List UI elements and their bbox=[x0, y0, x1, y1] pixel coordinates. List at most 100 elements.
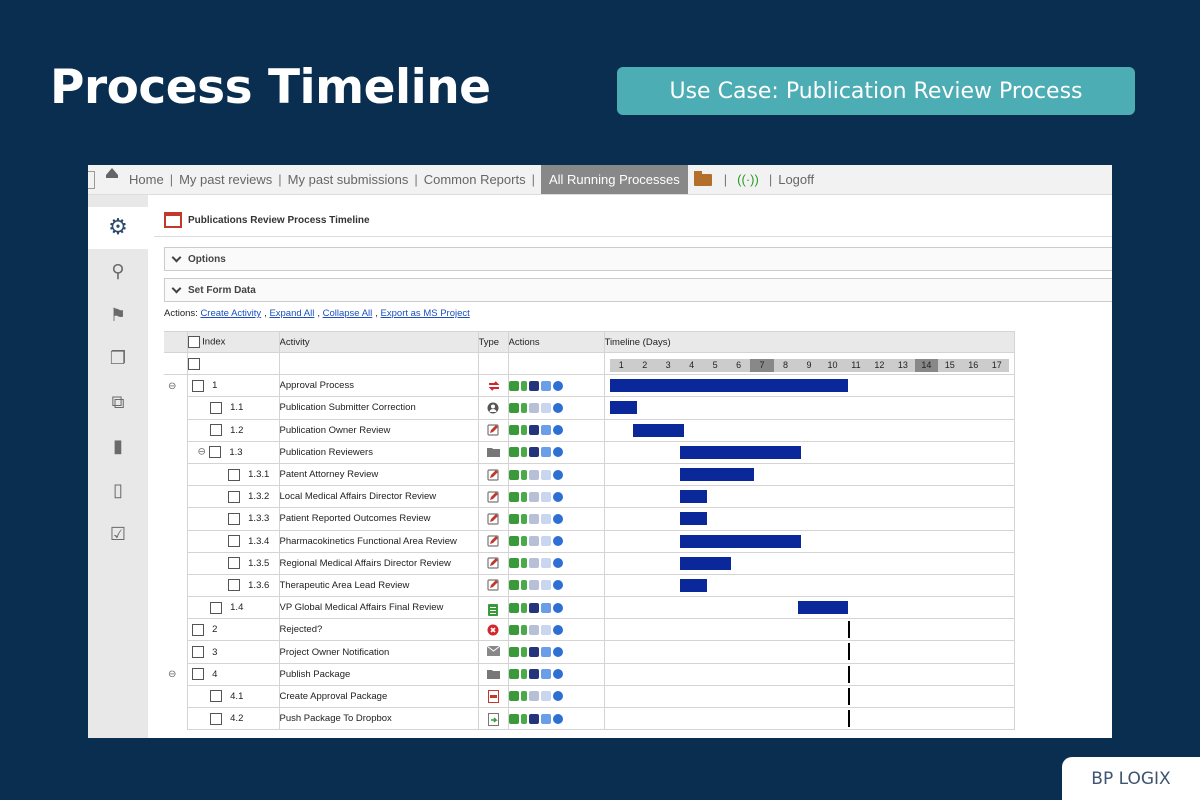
edit-icon[interactable] bbox=[540, 513, 551, 524]
assign-user-icon[interactable] bbox=[528, 425, 539, 436]
move-icon[interactable] bbox=[509, 602, 519, 613]
antenna-icon[interactable]: ((·)) bbox=[737, 172, 759, 187]
info-icon[interactable] bbox=[552, 469, 563, 480]
collapse-toggle-icon[interactable]: ⊖ bbox=[164, 381, 176, 392]
info-icon[interactable] bbox=[552, 691, 563, 702]
row-checkbox[interactable] bbox=[191, 646, 204, 659]
assign-user-icon[interactable] bbox=[528, 447, 539, 458]
table-row[interactable]: 1.3.2 Local Medical Affairs Director Revi… bbox=[164, 485, 1015, 509]
locked-document-icon[interactable]: ▮ bbox=[108, 436, 128, 456]
edit-icon[interactable] bbox=[540, 624, 551, 635]
action-link[interactable]: Export as MS Project bbox=[381, 308, 470, 319]
move-icon[interactable] bbox=[509, 513, 519, 524]
edit-icon[interactable] bbox=[540, 558, 551, 569]
info-icon[interactable] bbox=[552, 425, 563, 436]
row-checkbox[interactable] bbox=[209, 601, 222, 614]
row-checkbox[interactable] bbox=[209, 424, 222, 437]
activity-name[interactable]: Approval Process bbox=[278, 374, 479, 398]
checklist-icon[interactable]: ☑ bbox=[108, 524, 128, 544]
reorder-icon[interactable] bbox=[520, 602, 527, 613]
activity-name[interactable]: Regional Medical Affairs Director Review bbox=[278, 551, 479, 575]
edit-icon[interactable] bbox=[540, 647, 551, 658]
move-icon[interactable] bbox=[509, 713, 519, 724]
activity-name[interactable]: Publish Package bbox=[278, 662, 479, 686]
flag-icon[interactable]: ⚑ bbox=[108, 305, 128, 325]
reorder-icon[interactable] bbox=[520, 425, 527, 436]
move-icon[interactable] bbox=[509, 469, 519, 480]
row-checkbox[interactable] bbox=[191, 379, 204, 392]
edit-icon[interactable] bbox=[540, 380, 551, 391]
select-all-checkbox[interactable] bbox=[188, 336, 200, 348]
assign-user-icon[interactable] bbox=[528, 469, 539, 480]
timeline-bar[interactable] bbox=[680, 534, 802, 548]
info-icon[interactable] bbox=[552, 647, 563, 658]
table-row[interactable]: 3 Project Owner Notification bbox=[164, 640, 1015, 664]
reorder-icon[interactable] bbox=[520, 624, 527, 635]
row-checkbox[interactable] bbox=[208, 446, 221, 459]
timeline-bar[interactable] bbox=[609, 401, 637, 415]
activity-name[interactable]: Pharmacokinetics Functional Area Review bbox=[278, 529, 479, 553]
checkbox[interactable] bbox=[188, 357, 200, 370]
row-checkbox[interactable] bbox=[191, 623, 204, 636]
info-icon[interactable] bbox=[552, 602, 563, 613]
assign-user-icon[interactable] bbox=[528, 602, 539, 613]
info-icon[interactable] bbox=[552, 580, 563, 591]
activity-name[interactable]: Therapeutic Area Lead Review bbox=[278, 573, 479, 598]
row-checkbox[interactable] bbox=[209, 712, 222, 725]
assign-user-icon[interactable] bbox=[528, 491, 539, 502]
table-row[interactable]: 4.2 Push Package To Dropbox bbox=[164, 706, 1015, 731]
table-row[interactable]: 1.2 Publication Owner Review bbox=[164, 418, 1015, 442]
row-checkbox[interactable] bbox=[227, 557, 240, 570]
edit-icon[interactable] bbox=[540, 713, 551, 724]
edit-icon[interactable] bbox=[540, 402, 551, 413]
menu-grip-icon[interactable] bbox=[88, 171, 95, 189]
table-row[interactable]: ⊖ 1.3 Publication Reviewers bbox=[164, 440, 1015, 464]
assign-user-icon[interactable] bbox=[528, 624, 539, 635]
timeline-bar[interactable] bbox=[680, 467, 755, 481]
gears-icon[interactable]: ⚙ bbox=[108, 216, 128, 238]
move-icon[interactable] bbox=[509, 669, 519, 680]
reorder-icon[interactable] bbox=[520, 491, 527, 502]
reorder-icon[interactable] bbox=[520, 669, 527, 680]
timeline-bar[interactable] bbox=[680, 578, 708, 592]
info-icon[interactable] bbox=[552, 536, 563, 547]
activity-name[interactable]: VP Global Medical Affairs Final Review bbox=[278, 596, 479, 620]
edit-icon[interactable] bbox=[540, 580, 551, 591]
info-icon[interactable] bbox=[552, 713, 563, 724]
row-checkbox[interactable] bbox=[227, 490, 240, 503]
edit-icon[interactable] bbox=[540, 536, 551, 547]
activity-name[interactable]: Rejected? bbox=[278, 618, 479, 642]
info-icon[interactable] bbox=[552, 558, 563, 569]
assign-user-icon[interactable] bbox=[528, 558, 539, 569]
activity-name[interactable]: Publication Reviewers bbox=[278, 440, 479, 464]
edit-icon[interactable] bbox=[540, 469, 551, 480]
nav-link[interactable]: Common Reports bbox=[424, 172, 526, 187]
action-link[interactable]: Create Activity bbox=[200, 308, 261, 319]
edit-icon[interactable] bbox=[540, 691, 551, 702]
table-row[interactable]: 1.3.1 Patent Attorney Review bbox=[164, 462, 1015, 487]
info-icon[interactable] bbox=[552, 491, 563, 502]
action-link[interactable]: Collapse All bbox=[323, 308, 373, 319]
assign-user-icon[interactable] bbox=[528, 691, 539, 702]
move-icon[interactable] bbox=[509, 402, 519, 413]
row-checkbox[interactable] bbox=[227, 535, 240, 548]
copy-icon[interactable]: ⧉ bbox=[108, 392, 128, 412]
set-form-data-panel[interactable]: Set Form Data bbox=[164, 278, 1112, 302]
table-row[interactable]: 2 Rejected? bbox=[164, 618, 1015, 642]
reorder-icon[interactable] bbox=[520, 713, 527, 724]
nav-link[interactable]: My past submissions bbox=[288, 172, 409, 187]
assign-user-icon[interactable] bbox=[528, 580, 539, 591]
move-icon[interactable] bbox=[509, 536, 519, 547]
table-row[interactable]: 1.3.6 Therapeutic Area Lead Review bbox=[164, 573, 1015, 598]
nav-link[interactable]: Home bbox=[129, 172, 164, 187]
edit-icon[interactable] bbox=[540, 491, 551, 502]
windows-icon[interactable]: ❐ bbox=[108, 348, 128, 368]
reorder-icon[interactable] bbox=[520, 691, 527, 702]
table-row[interactable]: 4.1 Create Approval Package bbox=[164, 684, 1015, 709]
table-row[interactable]: ⊖ 4 Publish Package bbox=[164, 662, 1015, 686]
table-row[interactable]: 1.4 VP Global Medical Affairs Final Revie… bbox=[164, 596, 1015, 620]
collapse-up-icon[interactable] bbox=[106, 168, 118, 178]
move-icon[interactable] bbox=[509, 491, 519, 502]
edit-icon[interactable] bbox=[540, 602, 551, 613]
move-icon[interactable] bbox=[509, 380, 519, 391]
